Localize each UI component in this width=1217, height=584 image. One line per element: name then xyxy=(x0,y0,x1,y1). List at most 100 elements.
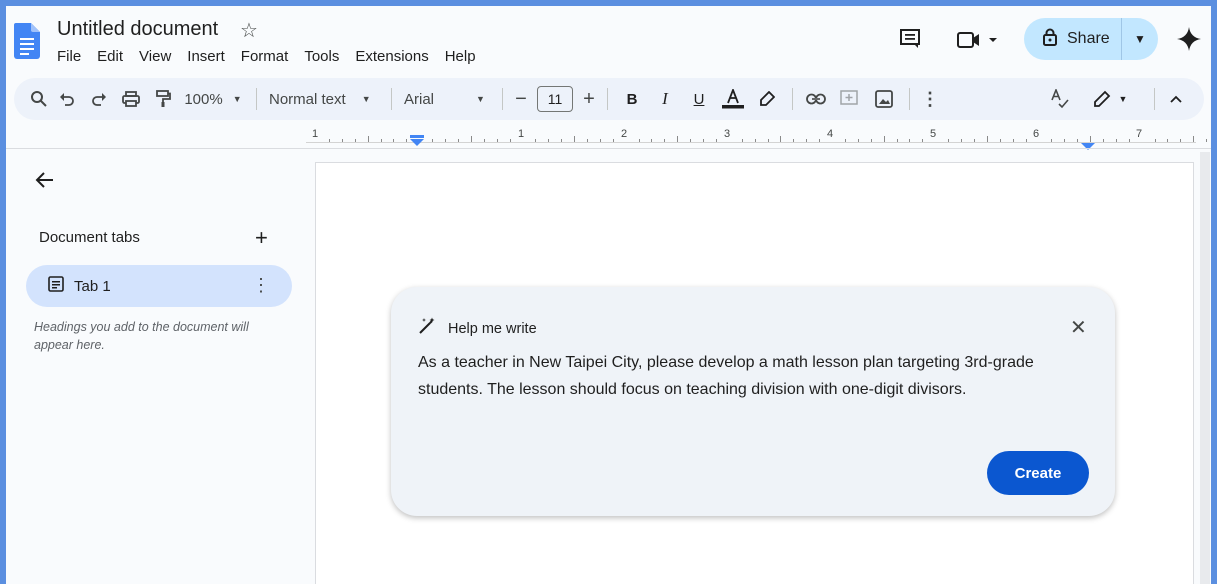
increase-font-size-icon[interactable]: + xyxy=(579,84,599,114)
document-title[interactable]: Untitled document xyxy=(57,18,218,41)
ruler-tick xyxy=(754,139,756,142)
ruler-tick xyxy=(1051,139,1053,142)
menu-format[interactable]: Format xyxy=(241,48,297,65)
right-indent-marker-icon[interactable] xyxy=(1081,138,1095,156)
text-color-icon[interactable] xyxy=(716,84,750,114)
italic-icon[interactable]: I xyxy=(648,84,682,114)
zoom-select[interactable]: 100% ▼ xyxy=(178,84,248,114)
ruler-tick xyxy=(973,139,975,142)
paint-format-icon[interactable] xyxy=(148,84,178,114)
menu-edit[interactable]: Edit xyxy=(97,48,131,65)
hide-menus-icon[interactable] xyxy=(1166,84,1186,114)
ruler-tick xyxy=(1180,139,1182,142)
ruler-tick xyxy=(1128,139,1130,142)
font-value: Arial xyxy=(404,90,435,108)
add-comment-icon[interactable] xyxy=(831,84,867,114)
ruler-tick xyxy=(870,139,872,142)
bold-icon[interactable]: B xyxy=(616,84,648,114)
menu-insert[interactable]: Insert xyxy=(187,48,233,65)
menu-bar: File Edit View Insert Format Tools Exten… xyxy=(57,48,492,65)
undo-icon[interactable] xyxy=(50,84,84,114)
chevron-down-icon: ▼ xyxy=(361,94,371,104)
create-button[interactable]: Create xyxy=(987,451,1089,495)
divider xyxy=(391,88,392,110)
ruler-tick xyxy=(651,139,653,142)
ruler-tick xyxy=(948,139,950,142)
menu-tools[interactable]: Tools xyxy=(304,48,347,65)
chevron-down-icon: ▼ xyxy=(232,94,242,104)
menu-help[interactable]: Help xyxy=(445,48,484,65)
divider xyxy=(607,88,608,110)
gemini-icon[interactable] xyxy=(1176,26,1202,57)
ruler-tick xyxy=(457,139,459,142)
help-me-write-header: Help me write xyxy=(418,317,537,340)
insert-link-icon[interactable] xyxy=(801,84,831,114)
prompt-input[interactable]: As a teacher in New Taipei City, please … xyxy=(418,349,1098,403)
ruler-tick xyxy=(999,139,1001,142)
ruler-tick xyxy=(961,139,962,142)
style-value: Normal text xyxy=(269,90,346,108)
ruler-number: 4 xyxy=(827,128,834,140)
decrease-font-size-icon[interactable]: − xyxy=(511,84,531,114)
star-icon[interactable]: ☆ xyxy=(240,18,258,43)
insert-image-icon[interactable] xyxy=(867,84,901,114)
menu-extensions[interactable]: Extensions xyxy=(355,48,436,65)
print-icon[interactable] xyxy=(114,84,148,114)
ruler-tick xyxy=(535,139,537,142)
ruler-tick xyxy=(367,136,369,142)
add-tab-icon[interactable]: + xyxy=(255,225,268,251)
share-dropdown-icon[interactable]: ▼ xyxy=(1122,32,1158,46)
spelling-icon[interactable] xyxy=(1048,84,1072,114)
ruler-tick xyxy=(1193,136,1195,142)
ruler-number: 7 xyxy=(1136,128,1143,140)
ruler-tick xyxy=(445,139,446,142)
highlight-icon[interactable] xyxy=(750,84,784,114)
menu-file[interactable]: File xyxy=(57,48,89,65)
share-main[interactable]: Share xyxy=(1024,18,1122,60)
sidebar-tab-1[interactable]: Tab 1 ⋮ xyxy=(26,265,292,307)
more-options-icon[interactable]: ⋮ xyxy=(918,84,942,114)
ruler-tick xyxy=(741,139,743,142)
left-indent-marker-icon[interactable] xyxy=(410,134,424,152)
underline-icon[interactable]: U xyxy=(682,84,716,114)
ruler-tick xyxy=(715,139,717,142)
style-select[interactable]: Normal text ▼ xyxy=(265,84,383,114)
share-button[interactable]: Share ▼ xyxy=(1024,18,1158,60)
search-menus-icon[interactable] xyxy=(28,84,50,114)
ruler-tick xyxy=(793,139,795,142)
font-size-input[interactable]: 11 xyxy=(537,86,573,112)
ruler-tick xyxy=(1206,139,1208,142)
chevron-down-icon: ▼ xyxy=(476,94,485,104)
divider xyxy=(909,88,910,110)
ruler-tick xyxy=(432,139,434,142)
menu-view[interactable]: View xyxy=(139,48,179,65)
ruler-tick xyxy=(703,139,704,142)
ruler-tick xyxy=(1064,139,1066,142)
zoom-value: 100% xyxy=(184,90,223,108)
arrow-back-icon[interactable] xyxy=(34,169,56,196)
font-select[interactable]: Arial ▼ xyxy=(400,84,494,114)
ruler-tick xyxy=(1154,139,1156,142)
docs-logo-icon[interactable] xyxy=(14,23,40,59)
ruler-tick xyxy=(638,139,640,142)
ruler-tick xyxy=(857,139,859,142)
ruler-tick xyxy=(509,139,511,142)
comments-icon[interactable] xyxy=(899,28,921,55)
ruler-tick xyxy=(470,136,472,142)
editing-mode-icon[interactable]: ▼ xyxy=(1090,84,1130,114)
help-me-write-panel: Help me write ✕ As a teacher in New Taip… xyxy=(391,287,1115,516)
ruler-tick xyxy=(806,139,808,142)
ruler[interactable]: 1 1 2 3 4 5 6 7 xyxy=(306,126,1208,150)
redo-icon[interactable] xyxy=(84,84,114,114)
ruler-tick xyxy=(922,139,924,142)
toolbar: 100% ▼ Normal text ▼ Arial ▼ − 11 + B I … xyxy=(14,78,1204,120)
help-me-write-title: Help me write xyxy=(448,320,537,337)
ruler-tick xyxy=(328,139,330,142)
tab-options-icon[interactable]: ⋮ xyxy=(252,275,270,296)
ruler-tick xyxy=(586,139,588,142)
ruler-tick xyxy=(819,139,821,142)
meet-icon[interactable] xyxy=(956,30,1002,55)
ruler-tick xyxy=(341,139,343,142)
vertical-scrollbar[interactable] xyxy=(1200,152,1210,584)
close-icon[interactable]: ✕ xyxy=(1070,315,1087,340)
